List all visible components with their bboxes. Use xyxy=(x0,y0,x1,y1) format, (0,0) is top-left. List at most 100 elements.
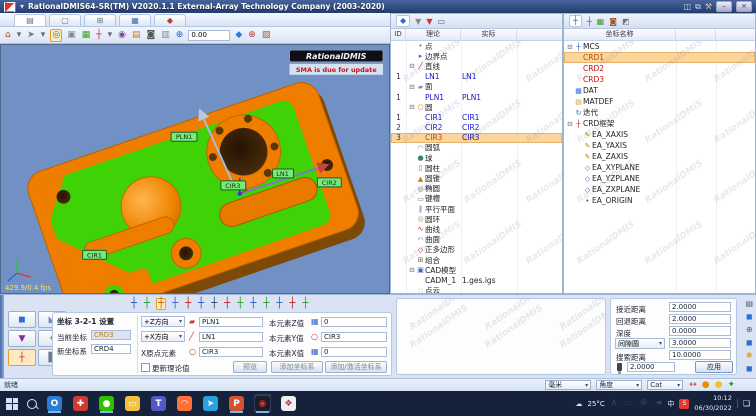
home-view-icon[interactable]: ⌂ xyxy=(4,30,12,41)
tree-row-mcs[interactable]: ⊟┼MCS xyxy=(564,41,755,52)
tab-graphics[interactable]: ◆ xyxy=(154,14,186,26)
feature-label-ln1[interactable]: LN1 xyxy=(273,169,294,178)
tree-row-ea_yaxis[interactable]: ✎EA_YAXIS xyxy=(564,140,755,151)
start-button[interactable] xyxy=(6,398,18,410)
feature-tree-tab-icon[interactable]: ◆ xyxy=(396,15,410,27)
tree-row-迭代[interactable]: ↻迭代 xyxy=(564,107,755,118)
tab-document[interactable]: ▢ xyxy=(49,14,81,26)
tree-row-面[interactable]: ⊟▰面 xyxy=(391,82,562,92)
layers-icon[interactable]: ▦ xyxy=(81,30,92,41)
dock-probe-icon[interactable]: ◼ xyxy=(745,312,754,322)
tree-row-圆环[interactable]: ◎圆环 xyxy=(391,214,562,224)
tree-row-球[interactable]: ●球 xyxy=(391,153,562,163)
taskbar-app-powerpoint[interactable]: P xyxy=(228,394,245,413)
feature-filter-icon[interactable]: ▼ xyxy=(415,17,421,26)
clearance-select[interactable]: 间隙圆▾ xyxy=(615,338,665,349)
tree-row-crd框架[interactable]: ⊟┼CRD框架 xyxy=(564,118,755,129)
notification-center-icon[interactable]: ❏ xyxy=(737,399,750,408)
status-ok-icon[interactable]: ✦ xyxy=(726,380,736,391)
csys-method-1[interactable]: ┼ xyxy=(130,299,138,309)
dock-gear-icon[interactable]: ✱ xyxy=(745,351,754,361)
tree-row-圆[interactable]: ⊟○圆 xyxy=(391,102,562,112)
tree-row-ea_origin[interactable]: •EA_ORIGIN xyxy=(564,195,755,206)
help-tools-icon[interactable]: ⚒ xyxy=(705,3,712,11)
status-ball-icon[interactable]: ● xyxy=(701,380,711,391)
weather-cloud-icon[interactable]: ☁ xyxy=(575,400,582,408)
taskbar-clock[interactable]: 10:12 06/30/2022 xyxy=(694,394,731,414)
tree-row-cadm_1[interactable]: CADM_11.ges.igs xyxy=(391,275,562,285)
dock-print-icon[interactable]: ▤ xyxy=(744,299,754,309)
tree-row-ea_zxplane[interactable]: ◇EA_ZXPLANE xyxy=(564,184,755,195)
minimize-button[interactable]: – xyxy=(716,1,732,12)
taskbar-app-security[interactable]: ✚ xyxy=(72,394,89,413)
dock-probe2-icon[interactable]: ◼ xyxy=(745,364,754,374)
probe-param-input-2[interactable] xyxy=(669,314,731,324)
tray-network-icon[interactable]: ⊕ xyxy=(639,398,649,409)
dock-cube-icon[interactable]: ◼ xyxy=(745,338,754,348)
viewport-3d[interactable]: PLN1 CIR3 LN1 CIR2 CIR1 429.9/0.4 fps Ra… xyxy=(0,44,390,294)
tray-red-badge[interactable]: S xyxy=(679,399,689,409)
tree-row-crd1[interactable]: CRD1 xyxy=(564,52,755,63)
tree-row-pln1[interactable]: 1PLN1PLN1 xyxy=(391,92,562,102)
csys-method-6[interactable]: ┼ xyxy=(197,299,205,309)
csys-method-12[interactable]: ┼ xyxy=(275,299,283,309)
ime-indicator[interactable]: 中 xyxy=(667,399,674,409)
angle-select[interactable]: 角度▾ xyxy=(596,380,642,390)
taskbar-app-outlook[interactable]: O xyxy=(46,394,63,413)
value-input-1[interactable] xyxy=(321,317,387,327)
probe-diameter-input[interactable] xyxy=(627,362,675,372)
new-coord-input[interactable] xyxy=(91,344,131,354)
feature-filter-red-icon[interactable]: ▼ xyxy=(426,17,432,26)
taskbar-app-wechat[interactable]: ● xyxy=(98,394,115,413)
status-clock-icon[interactable]: ● xyxy=(714,380,724,391)
coord-grid-icon[interactable]: ▦ xyxy=(597,17,605,26)
tree-row-点云[interactable]: ∷点云 xyxy=(391,286,562,294)
feature-label-cir1[interactable]: CIR1 xyxy=(83,250,107,259)
tree-row-dat[interactable]: ▦DAT xyxy=(564,85,755,96)
probe-param-input-3[interactable] xyxy=(669,326,731,336)
csys-method-10[interactable]: ┼ xyxy=(249,299,257,309)
csys-method-9[interactable]: ┼ xyxy=(236,299,244,309)
add-coordinate-button[interactable]: 添加坐标系 xyxy=(271,361,323,373)
tree-row-圆柱[interactable]: ▯圆柱 xyxy=(391,163,562,173)
tree-row-ln1[interactable]: 1LN1LN1 xyxy=(391,72,562,82)
tray-chevron-icon[interactable]: ∧ xyxy=(610,398,619,409)
taskbar-app-misc[interactable]: ❖ xyxy=(280,394,297,413)
tree-row-matdef[interactable]: ▤MATDEF xyxy=(564,96,755,107)
coordinate-setup-button[interactable]: ┼ xyxy=(8,349,36,366)
collapse-icon[interactable]: ⊟ xyxy=(566,120,574,128)
tree-row-cir1[interactable]: 1CIR1CIR1 xyxy=(391,112,562,122)
dock-zoom-icon[interactable]: ⊕ xyxy=(745,325,754,335)
cursor-select-icon[interactable]: ➤ xyxy=(26,30,36,41)
direction-select-1[interactable]: +Z方向▾ xyxy=(141,316,185,327)
tree-row-圆弧[interactable]: ◠圆弧 xyxy=(391,143,562,153)
coord-lock-icon[interactable]: ◙ xyxy=(609,17,617,26)
taskbar-search-icon[interactable] xyxy=(27,399,37,409)
value-input-3[interactable] xyxy=(321,347,387,357)
cylinder-view-icon[interactable]: ▥ xyxy=(160,30,171,41)
material-icon[interactable]: ▧ xyxy=(261,30,272,41)
tree-row-crd3[interactable]: CRD3 xyxy=(564,74,755,85)
probe-param-input-1[interactable] xyxy=(669,302,731,312)
zoom-value-input[interactable] xyxy=(188,30,230,41)
direction-select-2[interactable]: +X方向▾ xyxy=(141,331,185,342)
csys-method-14[interactable]: ┼ xyxy=(301,299,309,309)
add-activate-coordinate-button[interactable]: 添加/激活坐标系 xyxy=(325,361,387,373)
tray-volume-icon[interactable]: ◄ xyxy=(653,398,662,409)
collapse-icon[interactable]: ⊟ xyxy=(408,83,416,91)
collapse-icon[interactable]: ⊟ xyxy=(408,103,416,111)
element-input-1[interactable] xyxy=(199,317,263,327)
csys-method-2[interactable]: ┼ xyxy=(143,299,151,309)
csys-method-13[interactable]: ┼ xyxy=(288,299,296,309)
window-pair-icon[interactable]: ◫ xyxy=(684,3,692,11)
csys-method-11[interactable]: ┼ xyxy=(262,299,270,309)
render-mode-icon[interactable]: ▤ xyxy=(131,30,142,41)
probe-param-input-4[interactable] xyxy=(669,338,731,348)
tree-row-ea_xyplane[interactable]: ◇EA_XYPLANE xyxy=(564,162,755,173)
element-input-3[interactable] xyxy=(199,347,263,357)
taskbar-app-rationaldmis[interactable]: ◉ xyxy=(254,394,271,413)
collapse-icon[interactable]: ⊟ xyxy=(408,266,416,274)
tree-row-直线[interactable]: ⊟╱直线 xyxy=(391,61,562,71)
tree-row-边界点[interactable]: ▸边界点 xyxy=(391,51,562,61)
apply-button[interactable]: 应用 xyxy=(695,361,733,373)
